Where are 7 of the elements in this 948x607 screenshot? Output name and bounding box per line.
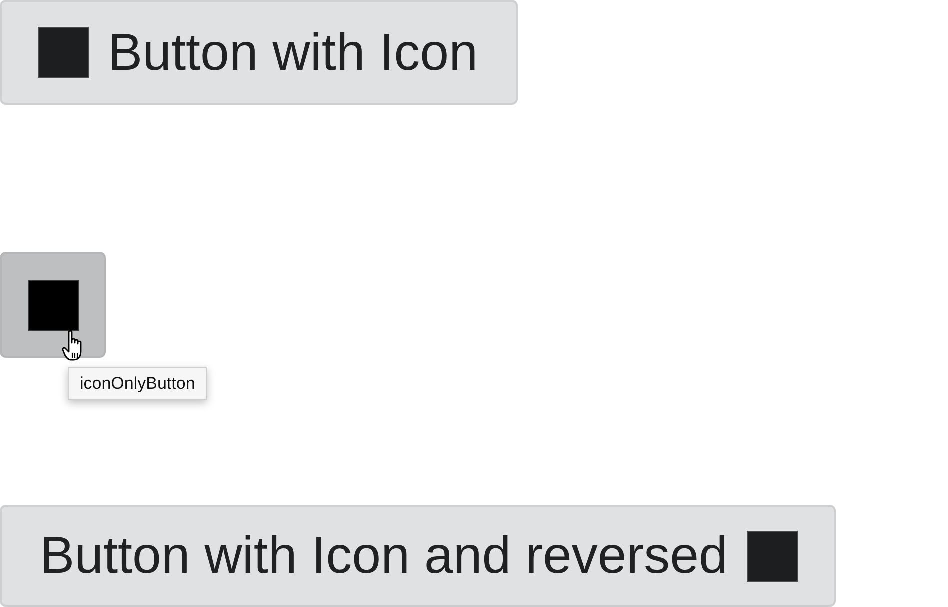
square-icon bbox=[38, 27, 89, 78]
square-icon bbox=[746, 530, 798, 582]
square-icon bbox=[28, 280, 78, 330]
icon-button[interactable]: Button with Icon bbox=[0, 0, 518, 105]
tooltip: iconOnlyButton bbox=[68, 367, 208, 400]
icon-only-button[interactable] bbox=[0, 252, 106, 358]
icon-button[interactable]: Button with Icon and reversed bbox=[0, 505, 836, 607]
